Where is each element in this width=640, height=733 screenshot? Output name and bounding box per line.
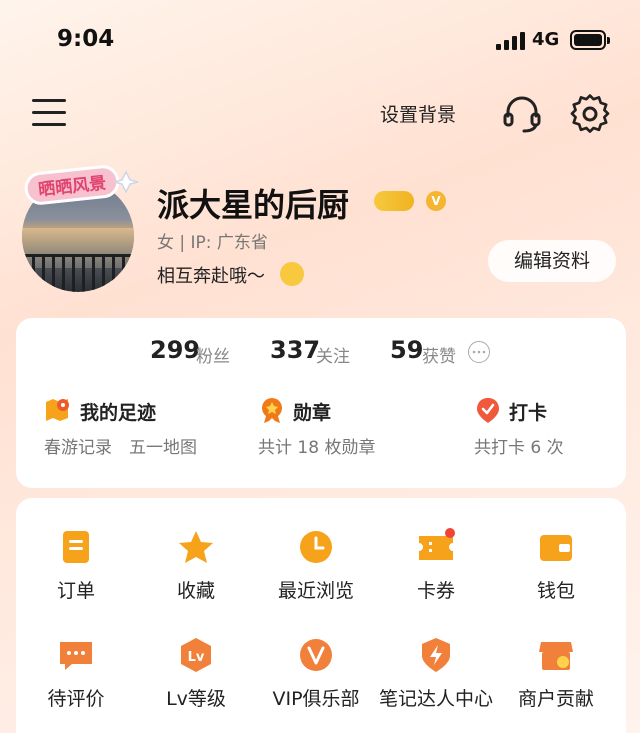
grid-label: 最近浏览 <box>277 580 354 602</box>
fans-label[interactable]: 粉丝 <box>196 342 230 367</box>
gender-ip-text: 女 | IP: 广东省 <box>157 233 268 253</box>
verified-badge-icon: V <box>426 191 446 211</box>
grid-label: Lv等级 <box>166 688 226 710</box>
vip-icon <box>300 639 332 671</box>
status-bar: 9:04 4G <box>0 0 640 80</box>
grid-item-order[interactable]: 订单 <box>16 528 136 618</box>
network-type: 4G <box>532 29 560 50</box>
level-badge-icon <box>374 191 414 211</box>
lv-icon: Lv <box>181 638 211 672</box>
medal-title[interactable]: 勋章 <box>293 398 331 425</box>
grid-item-recent[interactable]: 最近浏览 <box>256 528 376 618</box>
grid-item-review[interactable]: 待评价 <box>16 636 136 726</box>
grid-item-vip[interactable]: VIP俱乐部 <box>256 636 376 726</box>
grid-label: 商户贡献 <box>517 688 594 710</box>
grid-label: 钱包 <box>536 580 575 602</box>
bio-text: 相互奔赴哦～ <box>157 266 265 287</box>
grid-label: 订单 <box>56 580 95 602</box>
comment-icon <box>60 642 92 670</box>
grid-item-coupon[interactable]: 卡券 <box>376 528 496 618</box>
grid-label: 卡券 <box>416 580 455 602</box>
bolt-icon <box>422 638 450 672</box>
grid-label: VIP俱乐部 <box>272 688 360 710</box>
wallet-icon <box>540 535 572 561</box>
medal-sub[interactable]: 共计 18 枚勋章 <box>258 433 375 458</box>
footprint-map-icon[interactable] <box>44 396 72 424</box>
footprint-title[interactable]: 我的足迹 <box>80 398 156 425</box>
grid-label: 收藏 <box>176 580 215 602</box>
checkin-sub[interactable]: 共打卡 6 次 <box>474 433 564 458</box>
coupon-icon <box>419 528 455 560</box>
edit-profile-button[interactable]: 编辑资料 <box>488 240 616 282</box>
signal-icon <box>496 32 526 50</box>
grid-item-wallet[interactable]: 钱包 <box>496 528 616 618</box>
checkin-title[interactable]: 打卡 <box>509 398 547 425</box>
smile-emoji-icon <box>280 262 304 286</box>
follow-label[interactable]: 关注 <box>316 342 350 367</box>
grid-item-creator[interactable]: 笔记达人中心 <box>376 636 496 726</box>
grid-item-level[interactable]: Lv Lv等级 <box>136 636 256 726</box>
headset-icon[interactable] <box>500 92 544 136</box>
likes-label[interactable]: 获赞 <box>422 342 456 367</box>
star-icon <box>179 531 213 563</box>
set-background-button[interactable]: 设置背景 <box>380 100 456 127</box>
clock-icon <box>300 531 332 563</box>
fans-count[interactable]: 299 <box>150 336 200 364</box>
follow-count[interactable]: 337 <box>270 336 320 364</box>
avatar-sticker: 晒晒风景 <box>24 165 139 205</box>
likes-count[interactable]: 59 <box>390 336 423 364</box>
grid-item-merchant[interactable]: 商户贡献 <box>496 636 616 726</box>
gear-icon[interactable] <box>568 92 612 136</box>
status-time: 9:04 <box>57 26 115 52</box>
grid-label: 待评价 <box>47 688 105 710</box>
grid-item-favorites[interactable]: 收藏 <box>136 528 256 618</box>
nickname: 派大星的后厨 <box>157 186 350 224</box>
shop-icon <box>539 642 573 670</box>
grid-label: 笔记达人中心 <box>378 688 493 710</box>
medal-icon[interactable] <box>258 396 286 424</box>
more-dots-icon[interactable] <box>468 341 490 363</box>
order-icon <box>63 531 89 563</box>
battery-icon <box>570 30 610 50</box>
footprint-sub[interactable]: 春游记录 五一地图 <box>44 433 197 458</box>
menu-icon[interactable] <box>32 97 66 129</box>
svg-text:Lv: Lv <box>188 650 205 665</box>
checkin-pin-icon[interactable] <box>474 396 502 424</box>
